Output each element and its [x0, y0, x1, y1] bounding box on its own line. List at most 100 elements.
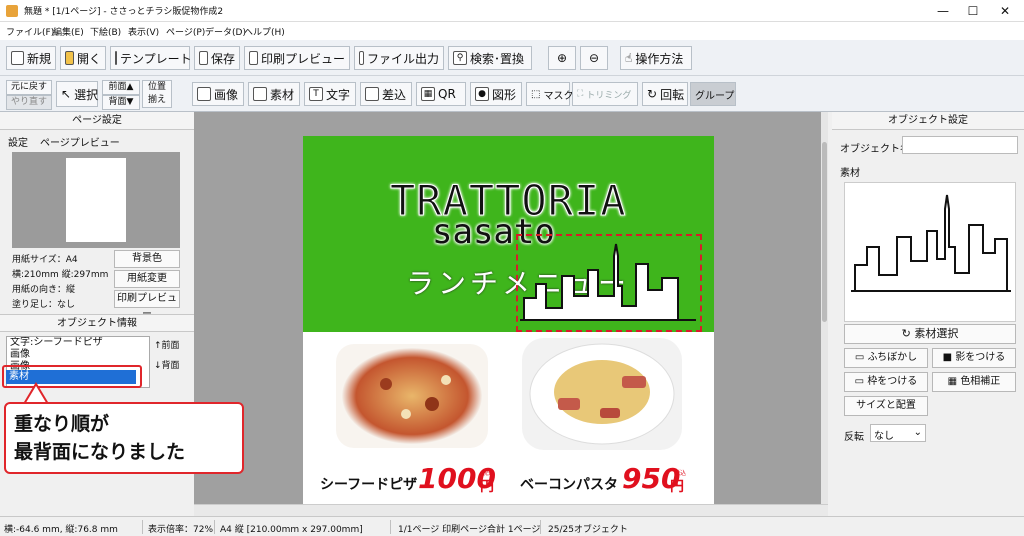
text-icon: T [309, 87, 323, 101]
size-position-button[interactable]: サイズと配置 [844, 396, 928, 416]
cursor-icon: ↖ [61, 87, 72, 101]
page-preview [12, 152, 180, 248]
chevron-down-icon: ⌄ [913, 427, 922, 438]
object-name-input[interactable] [902, 136, 1018, 154]
paper-dims-label: 横:210mm 縦:297mm [12, 270, 109, 280]
minimize-button[interactable]: — [928, 1, 958, 21]
undo-redo-group: 元に戻す やり直す [6, 80, 52, 110]
close-button[interactable]: ✕ [990, 1, 1020, 21]
menu-edit[interactable]: 編集(E) [53, 25, 84, 38]
bring-front-button[interactable]: 前面▲ [102, 80, 140, 95]
right-panel: オブジェクト設定 オブジェクト名 素材 ↻ 素材選択 ▭ ふちぼかし ■ 影をつ… [832, 112, 1024, 516]
undo-button[interactable]: 元に戻す [6, 80, 52, 95]
tab-page-preview[interactable]: ページプレビュー [40, 134, 120, 149]
tab-material[interactable]: 素材 [840, 164, 860, 179]
print-preview-button[interactable]: 印刷プレビュー [244, 46, 350, 70]
selected-material-frame[interactable] [516, 234, 702, 332]
qr-button[interactable]: ▦ QR [416, 82, 466, 106]
left-panel: ページ設定 設定 ページプレビュー 用紙サイズ：A4 横:210mm 縦:297… [0, 112, 244, 516]
frame-button[interactable]: ▭ 枠をつける [844, 372, 928, 392]
material-button[interactable]: 素材 [248, 82, 300, 106]
divider [142, 520, 143, 534]
printer-icon [249, 51, 258, 65]
item1-name[interactable]: シーフードピザ [320, 474, 417, 494]
send-back-button[interactable]: 背面▼ [102, 95, 140, 110]
material-preview [844, 182, 1016, 322]
template-icon [115, 51, 117, 65]
flip-select[interactable]: なし ⌄ [870, 424, 926, 442]
cursor-coords: 横:-64.6 mm, 縦:76.8 mm [4, 525, 118, 535]
change-paper-button[interactable]: 用紙変更 [114, 270, 180, 288]
print-preview-small-button[interactable]: 印刷プレビュー [114, 290, 180, 320]
item1-currency: 円 [480, 479, 494, 495]
menu-draft[interactable]: 下絵(B) [90, 25, 121, 38]
object-info-header: オブジェクト情報 [0, 314, 194, 332]
skyline-preview-icon [851, 194, 1011, 292]
menu-view[interactable]: 表示(V) [128, 25, 159, 38]
shape-button[interactable]: ● 図形 [470, 82, 522, 106]
mask-icon: ⬚ [531, 88, 541, 100]
maximize-button[interactable]: ☐ [958, 1, 988, 21]
blur-icon: ▭ [854, 352, 868, 363]
blur-edge-button[interactable]: ▭ ふちぼかし [844, 348, 928, 368]
pasta-image[interactable] [522, 338, 682, 450]
item2-currency: 円 [670, 479, 684, 495]
title-bar: 無題 * [1/1ページ] - ささっとチラシ販促物作成2 — ☐ ✕ [0, 0, 1024, 22]
file-output-button[interactable]: ファイル出力 [354, 46, 444, 70]
zoom-out-button[interactable]: ⊖ [580, 46, 608, 70]
search-icon: ⚲ [453, 51, 467, 65]
merge-button[interactable]: 差込 [360, 82, 412, 106]
tab-settings[interactable]: 設定 [8, 134, 28, 149]
bleed-label: 塗り足し：なし [12, 300, 76, 310]
flip-label: 反転 [844, 432, 864, 443]
paper-size-label: 用紙サイズ：A4 [12, 255, 78, 265]
menu-help[interactable]: ヘルプ(H) [244, 25, 285, 38]
move-back-button[interactable]: ↓背面 [154, 358, 180, 371]
align-button[interactable]: 位置 揃え [142, 80, 172, 108]
horizontal-scrollbar[interactable] [194, 504, 828, 516]
bg-color-button[interactable]: 背景色 [114, 250, 180, 268]
vertical-scrollbar[interactable] [821, 112, 828, 504]
menu-page[interactable]: ページ(P) [166, 25, 205, 38]
new-file-icon [11, 51, 24, 65]
zoom-in-button[interactable]: ⊕ [548, 46, 576, 70]
page-thumbnail [66, 158, 126, 242]
merge-icon [365, 87, 379, 101]
image-button[interactable]: 画像 [192, 82, 244, 106]
search-replace-button[interactable]: ⚲ 検索･置換 [448, 46, 532, 70]
trim-button[interactable]: ⛶ トリミング [572, 82, 638, 106]
redo-button[interactable]: やり直す [6, 95, 52, 110]
mask-button[interactable]: ⬚ マスク [526, 82, 573, 106]
template-button[interactable]: テンプレート [110, 46, 192, 70]
shadow-button[interactable]: ■ 影をつける [932, 348, 1016, 368]
page-count: 1/1ページ 印刷ページ合計 1ページ [398, 525, 541, 535]
object-count: 25/25オブジェクト [548, 525, 628, 535]
main-toolbar: 新規 開く テンプレート 保存 印刷プレビュー ファイル出力 ⚲ 検索･置換 ⊕ … [0, 40, 1024, 76]
pizza-image[interactable] [336, 344, 488, 448]
scroll-thumb[interactable] [822, 142, 827, 322]
divider [390, 520, 391, 534]
image-icon [197, 87, 211, 101]
list-item[interactable]: 画像 [7, 349, 149, 361]
shadow-icon: ■ [942, 352, 956, 363]
list-item[interactable]: 文字:シーフードピザ [7, 337, 149, 349]
open-button[interactable]: 開く [60, 46, 106, 70]
new-button[interactable]: 新規 [6, 46, 56, 70]
paper-info: A4 縦 [210.00mm x 297.00mm] [220, 525, 363, 535]
text-button[interactable]: T 文字 [304, 82, 356, 106]
zoom-out-icon: ⊖ [588, 51, 600, 65]
select-button[interactable]: ↖ 選択 [56, 81, 98, 107]
rotate-button[interactable]: ↻ 回転 [642, 82, 688, 106]
select-material-button[interactable]: ↻ 素材選択 [844, 324, 1016, 344]
color-correct-button[interactable]: ▦ 色相補正 [932, 372, 1016, 392]
save-button[interactable]: 保存 [194, 46, 240, 70]
shape-icon: ● [475, 87, 489, 101]
item2-name[interactable]: ベーコンパスタ [520, 474, 618, 494]
menu-data[interactable]: データ(D) [205, 25, 246, 38]
group-button[interactable]: グループ [690, 82, 736, 106]
menu-file[interactable]: ファイル(F) [6, 25, 54, 38]
skyline-icon [520, 243, 696, 321]
howto-button[interactable]: ☝ 操作方法 [620, 46, 692, 70]
zoom-in-icon: ⊕ [556, 51, 568, 65]
move-front-button[interactable]: ↑前面 [154, 338, 180, 351]
